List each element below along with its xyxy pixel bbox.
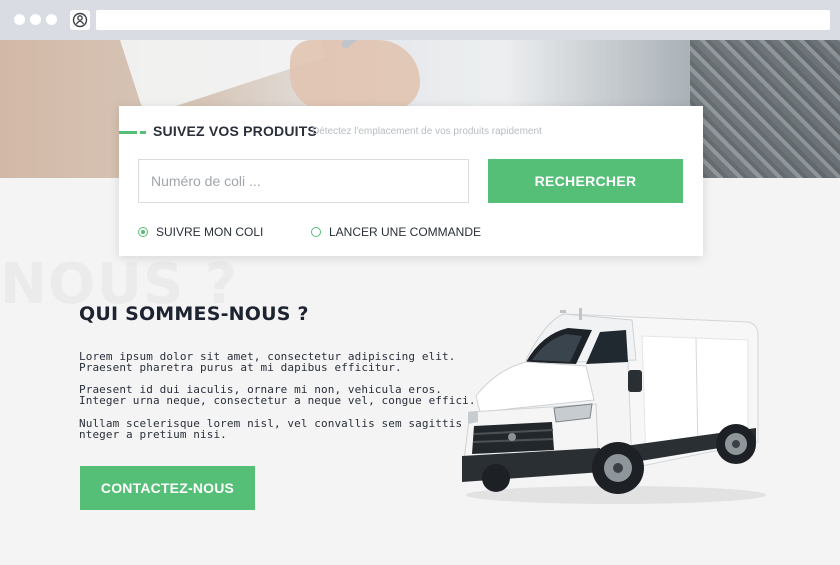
address-bar[interactable]	[96, 10, 830, 30]
parcel-number-input[interactable]	[138, 159, 469, 203]
option-place-order[interactable]: LANCER UNE COMMANDE	[311, 225, 481, 239]
contact-button[interactable]: CONTACTEZ-NOUS	[80, 466, 255, 510]
window-minimize-dot[interactable]	[30, 14, 41, 25]
title-accent-line	[119, 131, 137, 134]
option-label: SUIVRE MON COLI	[156, 225, 264, 239]
tracking-title: SUIVEZ VOS PRODUITS	[153, 123, 318, 139]
site-security-icon[interactable]	[70, 10, 90, 30]
about-paragraph: Lorem ipsum dolor sit amet, consectetur …	[79, 350, 456, 374]
radio-selected-icon[interactable]	[138, 227, 148, 237]
about-heading: QUI SOMMES-NOUS ?	[79, 303, 309, 325]
window-maximize-dot[interactable]	[46, 14, 57, 25]
option-label: LANCER UNE COMMANDE	[329, 225, 482, 239]
title-accent-dot	[140, 131, 146, 134]
search-button[interactable]: RECHERCHER	[488, 159, 683, 203]
radio-unselected-icon[interactable]	[311, 227, 321, 237]
about-paragraph: Praesent id dui iaculis, ornare mi non, …	[79, 383, 476, 407]
about-paragraph: Nullam scelerisque lorem nisl, vel conva…	[79, 417, 496, 441]
tracking-subtitle: Détectez l'emplacement de vos produits r…	[312, 126, 542, 137]
tracking-card: SUIVEZ VOS PRODUITS Détectez l'emplaceme…	[119, 106, 703, 256]
browser-chrome	[0, 0, 840, 40]
delivery-van-image	[456, 300, 766, 510]
window-close-dot[interactable]	[14, 14, 25, 25]
option-track-parcel[interactable]: SUIVRE MON COLI	[138, 225, 263, 239]
